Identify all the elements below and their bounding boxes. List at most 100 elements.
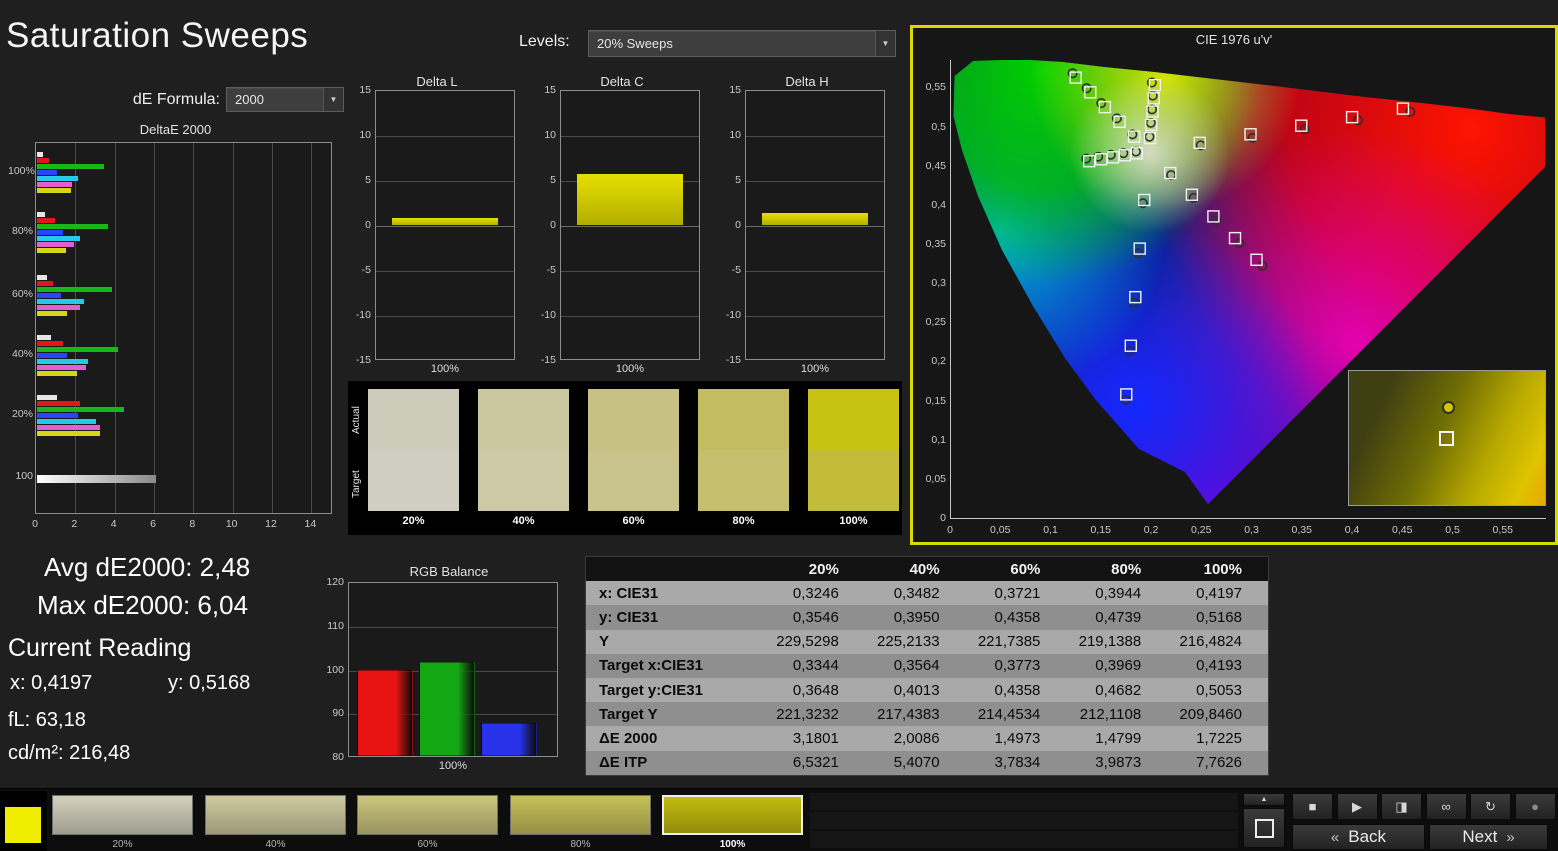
patch-button-label: 20% — [112, 839, 133, 850]
swatch-level-label: 100% — [839, 515, 868, 527]
y-tick-label: -5 — [731, 264, 741, 276]
table-cell: 0,3246 — [792, 584, 839, 602]
row-label: Target y:CIE31 — [599, 681, 703, 699]
bar — [37, 218, 55, 223]
patch-button[interactable] — [510, 795, 651, 835]
table-row: ΔE 2000 3,1801 2,0086 1,4973 1,4799 1,7225 — [586, 726, 1268, 751]
column-header: 60% — [1010, 560, 1041, 578]
bar — [37, 164, 104, 169]
next-button[interactable]: Next » — [1429, 824, 1548, 850]
pattern-window-button[interactable] — [1243, 808, 1285, 848]
row-label: Target x:CIE31 — [599, 657, 703, 675]
gridline — [746, 271, 884, 272]
actual-swatch — [588, 389, 679, 450]
bar — [37, 395, 57, 400]
y-tick-label: -5 — [361, 264, 371, 276]
bar — [37, 287, 112, 292]
x-category-label: 100% — [430, 363, 460, 375]
table-row: ΔE ITP 6,5321 5,4070 3,7834 3,9873 7,7626 — [586, 750, 1268, 775]
table-cell: 3,1801 — [792, 729, 839, 747]
bar-group — [37, 335, 118, 376]
swatch-strip: Actual Target 20% 40% 60% 80% 100% — [348, 381, 902, 535]
blue-bar — [481, 722, 537, 756]
gridline — [376, 271, 514, 272]
table-cell: 216,4824 — [1179, 633, 1242, 651]
patch-button[interactable] — [357, 795, 498, 835]
stop-button[interactable]: ■ — [1292, 793, 1333, 820]
table-cell: 217,4383 — [877, 705, 940, 723]
y-tick-label: -5 — [546, 264, 556, 276]
record-button[interactable]: ● — [1514, 793, 1556, 820]
bar — [37, 275, 47, 280]
table-cell: 0,3564 — [893, 657, 940, 675]
x-tick-label: 0,15 — [1090, 524, 1111, 536]
actual-swatch — [478, 389, 569, 450]
y-tick-label: 0,2 — [931, 355, 946, 368]
table-cell: 0,3773 — [994, 657, 1041, 675]
bar — [577, 173, 683, 225]
rgb-balance-chart: RGB Balance 100% 120 110 100 90 80 — [318, 560, 580, 776]
y-tick-label: 0,25 — [925, 316, 946, 329]
table-cell: 3,7834 — [994, 754, 1041, 772]
x-tick-label: 6 — [150, 518, 156, 530]
chart-title: RGB Balance — [409, 564, 489, 579]
table-cell: 1,4973 — [994, 729, 1041, 747]
y-tick-label: 90 — [332, 707, 344, 720]
y-group-label: 100% — [8, 165, 35, 177]
y-tick-label: 100 — [326, 663, 344, 676]
cie-x-axis — [950, 518, 1546, 519]
patch-swatch — [698, 389, 789, 511]
table-row: Target x:CIE31 0,3344 0,3564 0,3773 0,3969 0,… — [586, 653, 1268, 678]
step-button[interactable]: ◨ — [1381, 793, 1422, 820]
play-button[interactable]: ▶ — [1336, 793, 1378, 820]
x-category-label: 100% — [800, 363, 830, 375]
cie-chart-panel[interactable]: CIE 1976 u'v' 0 0,05 0,1 0,15 0,2 0,25 0… — [910, 25, 1558, 545]
table-cell: 0,4193 — [1196, 657, 1242, 675]
column-header: 80% — [1111, 560, 1142, 578]
x-tick-label: 0,55 — [1492, 524, 1513, 536]
y-tick-label: 10 — [544, 129, 556, 141]
bar — [37, 413, 79, 418]
x-tick-label: 0 — [947, 524, 953, 536]
actual-row-label: Actual — [351, 406, 362, 434]
table-cell: 0,3482 — [893, 584, 940, 602]
x-tick-label: 0,45 — [1392, 524, 1413, 536]
levels-dropdown[interactable]: 20% Sweeps ▼ — [588, 30, 896, 57]
y-tick-label: 0,15 — [925, 394, 946, 407]
gridline — [561, 271, 699, 272]
table-cell: 209,8460 — [1179, 705, 1242, 723]
refresh-button[interactable]: ↻ — [1470, 793, 1511, 820]
bar — [37, 170, 57, 175]
up-arrow-button[interactable]: ▲ — [1243, 793, 1285, 806]
bar — [37, 224, 108, 229]
table-cell: 0,3969 — [1095, 657, 1142, 675]
y-tick-label: 0 — [940, 511, 946, 524]
bar — [762, 213, 868, 225]
chevron-right-icon: » — [1506, 828, 1515, 846]
row-label: Y — [599, 633, 610, 651]
table-cell: 2,0086 — [893, 729, 940, 747]
x-tick-label: 0,05 — [990, 524, 1011, 536]
back-button[interactable]: « Back — [1292, 824, 1425, 850]
de-formula-dropdown[interactable]: 2000 ▼ — [226, 87, 344, 112]
current-patch-swatch — [5, 807, 41, 843]
infinity-button[interactable]: ∞ — [1425, 793, 1467, 820]
patch-button[interactable] — [662, 795, 803, 835]
table-cell: 214,4534 — [977, 705, 1041, 723]
table-cell: 221,3232 — [776, 705, 839, 723]
next-button-label: Next — [1462, 827, 1498, 846]
x-tick-label: 0,5 — [1445, 524, 1460, 536]
y-tick-label: -15 — [355, 354, 371, 366]
bar — [37, 371, 77, 376]
patch-button[interactable] — [52, 795, 193, 835]
deltae2000-chart: DeltaE 2000 100% 80% 60% 40% 20% 100 0 2 4 6 8 10 1… — [8, 118, 343, 538]
gridline — [561, 316, 699, 317]
target-swatch — [478, 450, 569, 511]
y-tick-label: 80 — [332, 751, 344, 763]
bar — [37, 305, 81, 310]
y-tick-label: 15 — [729, 84, 741, 96]
x-tick-label: 0,25 — [1191, 524, 1212, 536]
x-tick-label: 2 — [71, 518, 78, 530]
y-tick-label: 0,55 — [925, 81, 946, 94]
patch-button[interactable] — [205, 795, 346, 835]
